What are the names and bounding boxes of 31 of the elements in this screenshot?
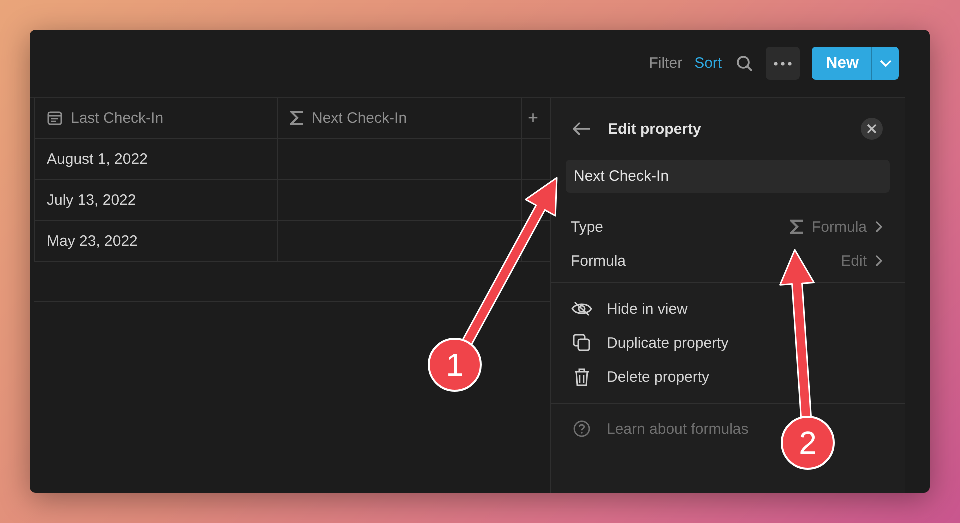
table-cell: August 1, 2022 bbox=[34, 139, 278, 179]
copy-icon bbox=[571, 334, 593, 352]
chevron-down-icon bbox=[880, 60, 892, 68]
calendar-icon bbox=[47, 110, 63, 126]
add-column-button[interactable]: + bbox=[522, 98, 546, 138]
property-row[interactable]: Formula Edit bbox=[551, 244, 905, 278]
new-dropdown-button[interactable] bbox=[871, 47, 899, 80]
property-row[interactable]: Type Formula bbox=[551, 210, 905, 244]
table-cell: July 13, 2022 bbox=[34, 180, 278, 220]
ellipsis-icon bbox=[774, 62, 792, 66]
column-header[interactable]: Next Check-In bbox=[278, 98, 522, 138]
back-arrow-icon[interactable] bbox=[573, 122, 591, 136]
menu-item[interactable]: Duplicate property bbox=[551, 326, 905, 360]
filter-button[interactable]: Filter bbox=[649, 55, 683, 72]
chevron-right-icon bbox=[875, 221, 883, 233]
chevron-right-icon bbox=[875, 255, 883, 267]
menu-item[interactable]: Hide in view bbox=[551, 292, 905, 326]
more-button[interactable] bbox=[766, 47, 800, 80]
eye-slash-icon bbox=[571, 301, 593, 317]
panel-title: Edit property bbox=[608, 120, 702, 138]
table-cell: May 23, 2022 bbox=[34, 221, 278, 261]
search-icon[interactable] bbox=[736, 54, 754, 72]
sigma-icon bbox=[790, 219, 804, 235]
x-icon bbox=[867, 124, 877, 134]
property-name-field[interactable]: Next Check-In bbox=[566, 160, 890, 193]
column-header[interactable]: Last Check-In bbox=[34, 98, 278, 138]
sigma-icon bbox=[290, 110, 304, 126]
sort-button[interactable]: Sort bbox=[694, 55, 722, 72]
close-button[interactable] bbox=[861, 118, 883, 140]
question-icon bbox=[573, 420, 591, 438]
menu-item[interactable]: Delete property bbox=[551, 360, 905, 394]
